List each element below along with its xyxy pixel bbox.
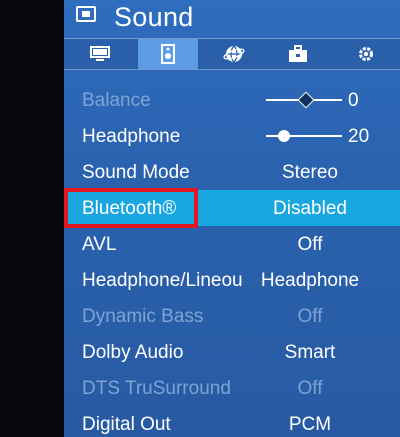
tab-settings[interactable] bbox=[336, 39, 396, 69]
dts-trusurround-label: DTS TruSurround bbox=[82, 378, 231, 399]
tv-icon bbox=[76, 6, 96, 22]
annotation-highlight-box bbox=[64, 188, 198, 228]
page-title: Sound bbox=[114, 2, 194, 32]
avl-value: Off bbox=[297, 234, 323, 255]
avl-label: AVL bbox=[82, 234, 117, 255]
sound-mode-value: Stereo bbox=[282, 162, 338, 183]
menu-row-headphone-lineout[interactable]: Headphone/Lineou Headphone bbox=[64, 262, 400, 298]
dynamic-bass-label: Dynamic Bass bbox=[82, 306, 204, 327]
tab-sound[interactable] bbox=[138, 39, 198, 69]
menu-row-balance[interactable]: Balance 0 bbox=[64, 82, 400, 118]
headphone-lineout-value: Headphone bbox=[260, 270, 360, 291]
headphone-lineout-label: Headphone/Lineou bbox=[82, 270, 243, 291]
bluetooth-value: Disabled bbox=[273, 198, 347, 219]
monitor-icon bbox=[90, 46, 110, 61]
menu-row-avl[interactable]: AVL Off bbox=[64, 226, 400, 262]
gear-icon bbox=[359, 47, 373, 61]
balance-slider-knob[interactable] bbox=[297, 91, 315, 109]
headphone-slider[interactable] bbox=[266, 130, 342, 142]
globe-icon bbox=[223, 45, 245, 63]
menu-row-sound-mode[interactable]: Sound Mode Stereo bbox=[64, 154, 400, 190]
menu-row-digital-out[interactable]: Digital Out PCM bbox=[64, 406, 400, 437]
sound-mode-label: Sound Mode bbox=[82, 162, 190, 183]
dts-trusurround-value: Off bbox=[297, 378, 323, 399]
menu-row-dolby-audio[interactable]: Dolby Audio Smart bbox=[64, 334, 400, 370]
tab-picture[interactable] bbox=[70, 39, 130, 69]
dynamic-bass-value: Off bbox=[297, 306, 323, 327]
briefcase-icon bbox=[289, 45, 307, 62]
dolby-audio-value: Smart bbox=[284, 342, 336, 363]
dolby-audio-label: Dolby Audio bbox=[82, 342, 184, 363]
tab-apps[interactable] bbox=[268, 39, 328, 69]
menu-row-headphone[interactable]: Headphone 20 bbox=[64, 118, 400, 154]
speaker-icon bbox=[161, 44, 175, 64]
balance-value: 0 bbox=[348, 90, 359, 111]
balance-slider[interactable] bbox=[266, 91, 342, 109]
header: Sound bbox=[64, 0, 400, 36]
balance-label: Balance bbox=[82, 90, 151, 111]
digital-out-value: PCM bbox=[288, 414, 332, 435]
digital-out-label: Digital Out bbox=[82, 414, 171, 435]
tab-network[interactable] bbox=[204, 39, 264, 69]
headphone-slider-knob[interactable] bbox=[278, 130, 290, 142]
headphone-value: 20 bbox=[348, 126, 370, 147]
category-tabs bbox=[64, 38, 400, 70]
headphone-label: Headphone bbox=[82, 126, 181, 147]
menu-row-dts-trusurround[interactable]: DTS TruSurround Off bbox=[64, 370, 400, 406]
menu-row-dynamic-bass[interactable]: Dynamic Bass Off bbox=[64, 298, 400, 334]
